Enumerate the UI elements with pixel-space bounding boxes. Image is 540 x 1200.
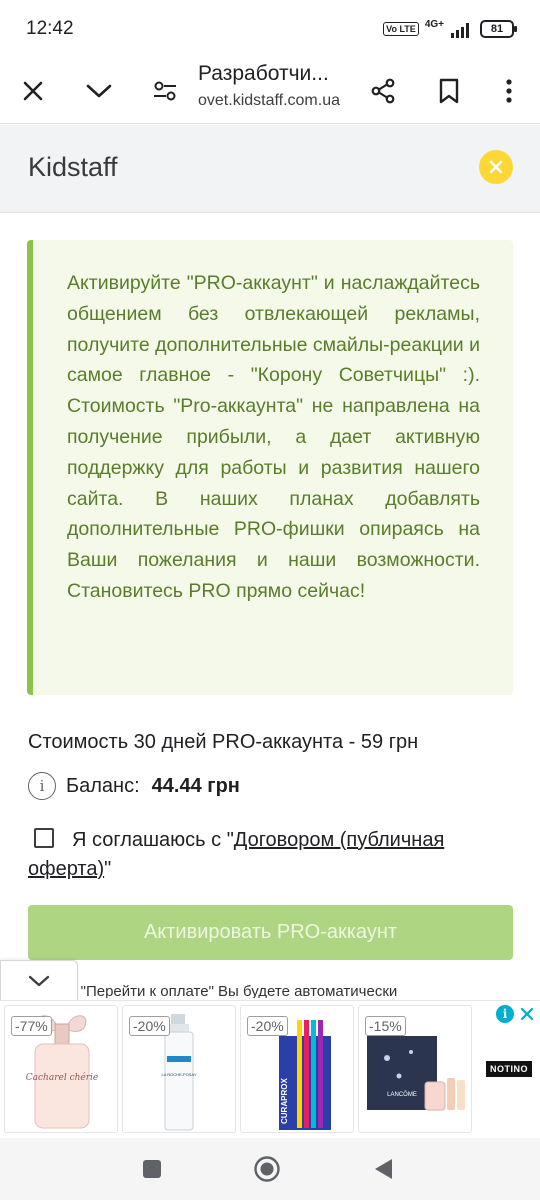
page-url: ovet.kidstaff.com.ua [198, 92, 340, 109]
ad-product-card[interactable]: -77% Cacharel chérie [4, 1005, 118, 1133]
pro-info-box: Активируйте "PRO-аккаунт" и наслаждайтес… [27, 240, 513, 695]
volte-icon: Vo LTE [383, 22, 419, 36]
product-label: Cacharel chérie [26, 1072, 99, 1083]
share-icon [371, 78, 395, 104]
agreement-row: Я соглашаюсь с "Договором (публичная офе… [28, 826, 498, 884]
close-tab-button[interactable] [8, 66, 58, 116]
agreement-text: Я соглашаюсь с "Договором (публичная офе… [28, 826, 498, 884]
share-button[interactable] [358, 66, 408, 116]
home-button[interactable] [252, 1154, 282, 1184]
status-bar: 12:42 Vo LTE 4G+ 81 [0, 0, 540, 58]
status-icons: Vo LTE 4G+ 81 [383, 18, 517, 40]
balance-label: Баланс: [66, 774, 140, 797]
ad-product-card[interactable]: -20% CURAPROX [240, 1005, 354, 1133]
ad-close-icon[interactable] [520, 1007, 534, 1021]
recents-button[interactable] [137, 1154, 167, 1184]
adchoices-icon[interactable]: i [496, 1005, 514, 1023]
back-icon [375, 1159, 392, 1179]
tune-icon [154, 81, 176, 101]
battery-icon: 81 [480, 20, 517, 38]
page-title: Разработчи... [198, 62, 329, 85]
brand-logo[interactable]: NOTINO [486, 1061, 532, 1077]
agreement-checkbox[interactable] [34, 828, 54, 848]
ad-banner[interactable]: -77% Cacharel chérie -20% LA ROCHE-POSAY… [0, 1000, 540, 1138]
pro-description: Активируйте "PRO-аккаунт" и наслаждайтес… [67, 272, 480, 602]
close-icon [489, 160, 503, 174]
more-icon [506, 79, 512, 103]
info-icon[interactable]: i [28, 772, 56, 800]
discount-badge: -20% [129, 1016, 170, 1036]
balance-value: 44.44 грн [151, 774, 240, 797]
bookmark-button[interactable] [424, 66, 474, 116]
agreement-prefix: Я соглашаюсь с " [72, 829, 234, 851]
payment-hint-partial: ая "Перейти к оплате" Вы будете автомати… [60, 983, 398, 998]
back-button[interactable] [368, 1154, 398, 1184]
price-text: Стоимость 30 дней PRO-аккаунта - 59 грн [28, 731, 419, 753]
system-navigation-bar [0, 1138, 540, 1200]
modal-close-button[interactable] [479, 150, 513, 184]
chevron-down-icon [86, 84, 112, 98]
activate-pro-button[interactable]: Активировать PRO-аккаунт [28, 905, 513, 960]
ad-controls: i [496, 1005, 534, 1023]
browser-toolbar: Разработчи... ovet.kidstaff.com.ua [0, 58, 540, 124]
recents-icon [143, 1160, 161, 1178]
status-time: 12:42 [26, 18, 74, 39]
page-info-button[interactable] [140, 66, 190, 116]
bookmark-icon [439, 78, 459, 104]
product-label: LA ROCHE-POSAY [161, 1072, 196, 1077]
discount-badge: -20% [247, 1016, 288, 1036]
agreement-suffix: " [104, 858, 112, 880]
modal-header: Kidstaff [0, 125, 540, 213]
balance-row: i Баланс: 44.44 грн [28, 771, 240, 801]
product-label: LANCÔME [387, 1091, 417, 1098]
home-icon [254, 1156, 280, 1182]
discount-badge: -77% [11, 1016, 52, 1036]
ad-collapse-button[interactable] [0, 960, 78, 1000]
network-type-label: 4G+ [424, 19, 444, 30]
more-menu-button[interactable] [484, 66, 534, 116]
site-name: Kidstaff [28, 152, 118, 182]
discount-badge: -15% [365, 1016, 406, 1036]
ad-product-card[interactable]: -15% LANCÔME [358, 1005, 472, 1133]
chevron-down-icon [28, 975, 50, 986]
minimize-button[interactable] [74, 66, 124, 116]
close-icon [23, 81, 43, 101]
product-label: CURAPROX [280, 1078, 289, 1124]
ad-product-card[interactable]: -20% LA ROCHE-POSAY [122, 1005, 236, 1133]
payment-hint-text: ая "Перейти к оплате" Вы будете автомати… [60, 982, 530, 998]
signal-icon [451, 23, 469, 38]
